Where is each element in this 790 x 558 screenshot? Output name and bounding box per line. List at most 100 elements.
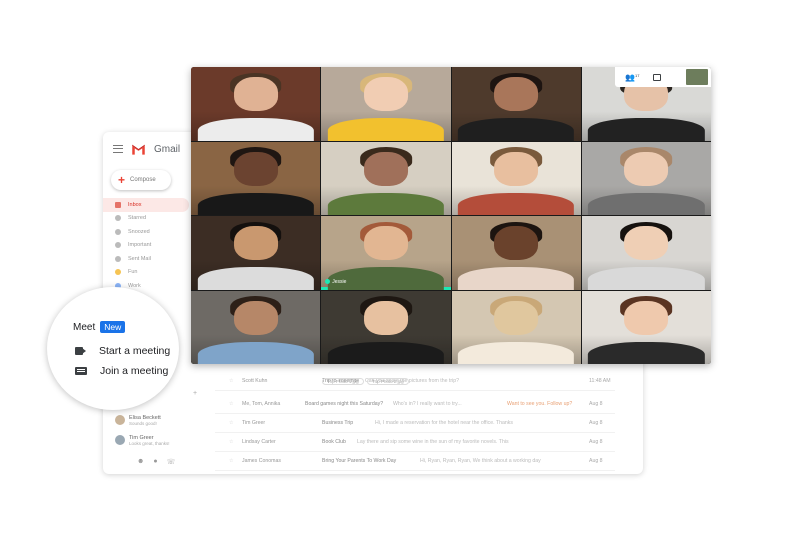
avatar xyxy=(115,415,125,425)
participant-tile[interactable] xyxy=(581,141,711,215)
participant-face xyxy=(494,226,539,261)
participant-grid: Jessie xyxy=(191,67,711,364)
email-row[interactable]: ☆ Me, Tom, Annika Board games night this… xyxy=(215,395,615,414)
sidebar-item-label: Fun xyxy=(128,269,138,276)
email-date: 11:48 AM xyxy=(589,378,611,384)
participant-tile[interactable] xyxy=(451,67,581,141)
speaking-indicator-icon xyxy=(325,279,331,284)
email-row[interactable]: ☆ Tim Greer Business Trip Hi, I made a r… xyxy=(215,414,615,433)
participants-icon[interactable]: 👥 17 xyxy=(625,73,639,82)
participant-body xyxy=(327,118,445,141)
participant-tile[interactable] xyxy=(191,141,321,215)
sidebar-item-label: Inbox xyxy=(128,201,142,208)
star-icon[interactable]: ☆ xyxy=(229,420,234,426)
email-subject: Book Club xyxy=(322,439,346,445)
participant-tile[interactable] xyxy=(191,67,321,141)
participant-face xyxy=(363,226,408,261)
start-meeting-button[interactable]: Start a meeting xyxy=(75,345,170,357)
participant-tile[interactable] xyxy=(581,216,711,290)
participant-face xyxy=(624,226,669,261)
menu-icon[interactable] xyxy=(113,145,123,153)
participant-tile[interactable] xyxy=(321,67,451,141)
self-view-thumbnail[interactable] xyxy=(686,69,708,85)
clock-icon xyxy=(115,228,121,235)
sidebar-item-label: Work xyxy=(128,282,141,289)
contacts-list: Elisa Beckett Sounds good! Tim Greer Looks… xyxy=(115,410,205,450)
speaker-name: Jessie xyxy=(332,278,347,285)
compose-button[interactable]: + Compose xyxy=(111,170,171,190)
sidebar-item-snoozed[interactable]: Snoozed xyxy=(103,225,189,239)
participant-tile[interactable] xyxy=(581,290,711,364)
contact-item[interactable]: Tim Greer Looks great, thanks! xyxy=(115,430,205,450)
email-date: Aug 8 xyxy=(589,401,603,407)
sidebar-item-inbox[interactable]: Inbox xyxy=(103,198,189,212)
participant-tile[interactable] xyxy=(321,141,451,215)
attachment-chip[interactable]: Trip Photo 2.jpg xyxy=(367,378,409,385)
speaker-name-tag: Jessie xyxy=(325,279,346,285)
attachment-chip[interactable]: Trip Photo 1.jpg xyxy=(322,378,364,385)
email-date: Aug 8 xyxy=(589,439,603,445)
email-snippet: Lay there and sip some wine in the sun o… xyxy=(357,439,509,445)
star-icon[interactable]: ☆ xyxy=(229,378,234,384)
contact-item[interactable]: Elisa Beckett Sounds good! xyxy=(115,410,205,430)
location-icon[interactable]: ● xyxy=(153,458,157,466)
participant-tile[interactable] xyxy=(321,290,451,364)
product-illustration: Gmail + Compose Inbox Starred Snoozed Im… xyxy=(0,0,790,558)
contact-status: Looks great, thanks! xyxy=(129,440,170,446)
email-snippet: Hi, I made a reservation for the hotel n… xyxy=(375,420,513,426)
email-sender: James Conomas xyxy=(242,458,281,464)
participant-face xyxy=(233,300,278,335)
participant-face xyxy=(624,151,669,186)
participant-body xyxy=(457,341,575,364)
sidebar-item-important[interactable]: Important xyxy=(103,239,189,253)
person-icon[interactable]: ☻ xyxy=(137,458,144,466)
sidebar-item-label: Sent Mail xyxy=(128,255,151,262)
participant-body xyxy=(327,341,445,364)
participant-body xyxy=(457,267,575,290)
star-icon[interactable]: ☆ xyxy=(229,401,234,407)
participant-tile[interactable] xyxy=(451,216,581,290)
star-icon xyxy=(115,215,121,222)
participant-body xyxy=(588,341,705,364)
sidebar-item-label: Important xyxy=(128,242,152,249)
participant-face xyxy=(494,151,539,186)
participant-body xyxy=(588,192,705,215)
sidebar-item-sent[interactable]: Sent Mail xyxy=(103,252,189,266)
email-row[interactable]: ☆ James Conomas Bring Your Parents To Wo… xyxy=(215,452,615,471)
contact-status: Sounds good! xyxy=(129,420,157,426)
email-date: Aug 8 xyxy=(589,420,603,426)
participant-tile[interactable] xyxy=(191,216,321,290)
send-icon xyxy=(115,255,121,262)
participant-tile[interactable] xyxy=(191,290,321,364)
keyboard-icon xyxy=(75,367,87,375)
participant-face xyxy=(233,151,278,186)
email-row[interactable]: ☆ Scott Kuhn Trip to Yosemite Can you sh… xyxy=(215,372,615,391)
email-subject: Bring Your Parents To Work Day xyxy=(322,458,397,464)
meet-callout: Meet New Start a meeting Join a meeting xyxy=(47,287,179,410)
participant-tile[interactable] xyxy=(451,141,581,215)
meet-video-window: Jessie 👥 17 xyxy=(191,67,711,364)
star-icon[interactable]: ☆ xyxy=(229,458,234,464)
email-row[interactable]: ☆ Lindsay Carter Book Club Lay there and… xyxy=(215,433,615,452)
add-icon[interactable]: + xyxy=(193,390,197,397)
email-sender: Me, Tom, Annika xyxy=(242,401,281,407)
chat-icon[interactable] xyxy=(653,73,662,81)
participant-tile[interactable] xyxy=(451,290,581,364)
participant-body xyxy=(197,341,314,364)
join-meeting-button[interactable]: Join a meeting xyxy=(75,365,168,377)
email-list: ☆ Scott Kuhn Trip to Yosemite Can you sh… xyxy=(215,372,615,471)
phone-icon[interactable]: ☏ xyxy=(167,458,176,466)
star-icon[interactable]: ☆ xyxy=(229,439,234,445)
app-title: Gmail xyxy=(154,143,181,155)
participant-tile[interactable]: Jessie xyxy=(321,216,451,290)
sidebar-item-fun[interactable]: Fun xyxy=(103,266,189,280)
sidebar-item-starred[interactable]: Starred xyxy=(103,212,189,226)
email-date: Aug 8 xyxy=(589,458,603,464)
participant-body xyxy=(588,118,705,141)
gmail-header: Gmail xyxy=(113,143,180,155)
participant-body xyxy=(197,118,314,141)
participant-face xyxy=(494,77,539,112)
sidebar-item-label: Starred xyxy=(128,215,147,222)
participant-face xyxy=(494,300,539,335)
participant-face xyxy=(363,151,408,186)
